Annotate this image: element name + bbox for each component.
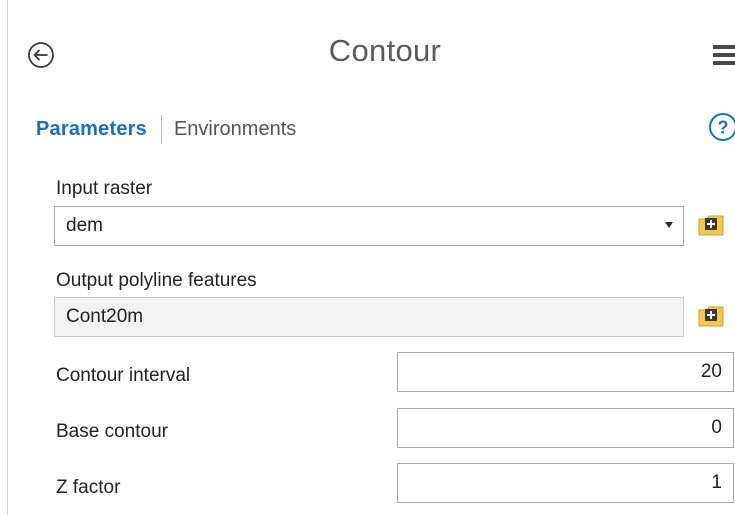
tab-parameters[interactable]: Parameters — [36, 118, 147, 141]
input-raster-dropdown[interactable]: dem — [54, 206, 684, 246]
pane-border — [7, 0, 8, 515]
contour-interval-input[interactable]: 20 — [397, 352, 734, 392]
back-arrow-circle-icon — [28, 42, 54, 68]
base-contour-input[interactable]: 0 — [397, 408, 734, 448]
svg-text:?: ? — [718, 118, 729, 138]
contour-interval-value: 20 — [700, 361, 722, 382]
base-contour-label: Base contour — [56, 421, 168, 442]
geoprocessing-pane: Contour Parameters Environments ? Input … — [0, 0, 735, 515]
help-question-icon: ? — [709, 113, 735, 141]
z-factor-input[interactable]: 1 — [397, 463, 734, 503]
input-raster-label: Input raster — [56, 178, 153, 199]
browse-folder-add-icon — [698, 215, 724, 236]
base-contour-value: 0 — [711, 417, 722, 438]
browse-folder-add-icon — [698, 306, 724, 327]
output-features-browse-button[interactable] — [697, 303, 725, 329]
output-features-value: Cont20m — [66, 306, 144, 327]
back-button[interactable] — [26, 40, 56, 70]
contour-interval-label: Contour interval — [56, 365, 191, 386]
output-features-input[interactable]: Cont20m — [54, 297, 684, 337]
z-factor-value: 1 — [711, 472, 722, 493]
input-raster-browse-button[interactable] — [697, 212, 725, 238]
chevron-down-icon[interactable] — [665, 222, 673, 228]
tab-environments[interactable]: Environments — [174, 118, 296, 141]
z-factor-label: Z factor — [56, 477, 121, 498]
output-features-label: Output polyline features — [56, 270, 257, 291]
input-raster-value: dem — [66, 215, 103, 236]
tool-title: Contour — [328, 33, 442, 68]
tab-bar: Parameters Environments — [36, 113, 296, 145]
tab-separator — [160, 115, 162, 143]
hamburger-menu-button[interactable] — [713, 43, 735, 67]
help-button[interactable]: ? — [707, 111, 735, 143]
